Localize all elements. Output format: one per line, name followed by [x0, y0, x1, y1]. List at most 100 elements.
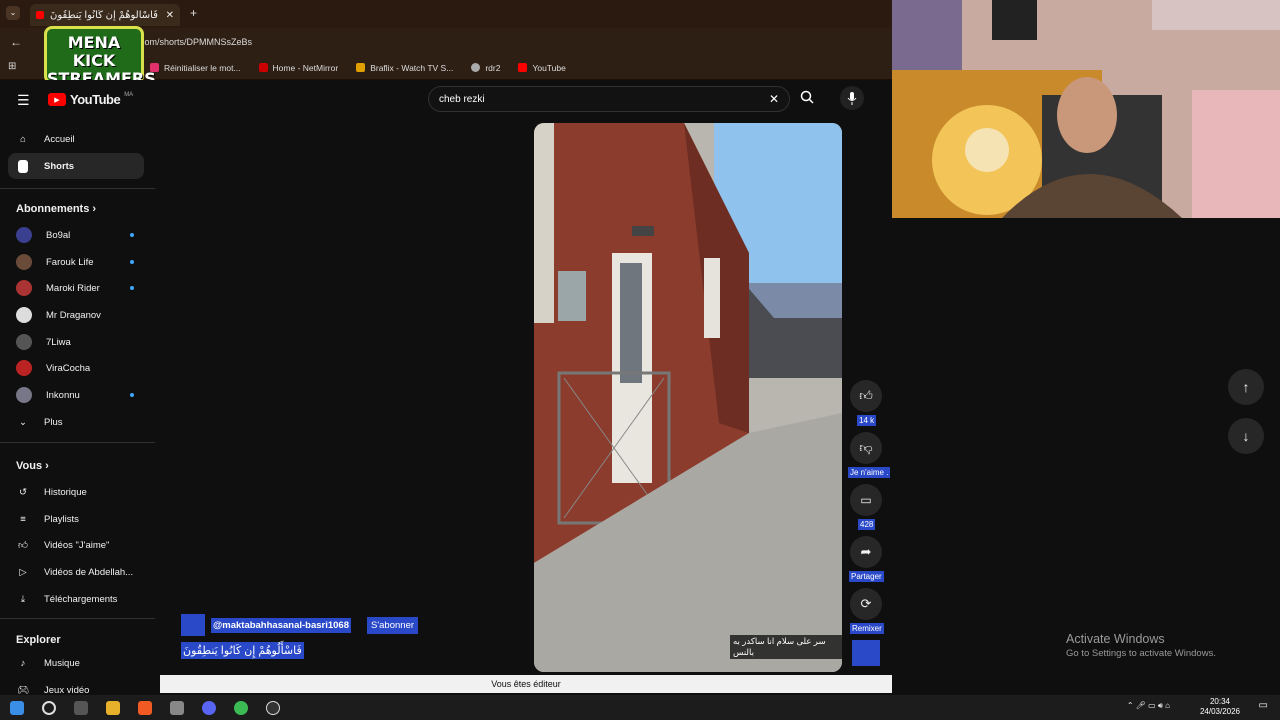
- share-label: Partager: [849, 571, 884, 582]
- system-tray-icons[interactable]: ⌃ 🎤︎ ▭ 🔊︎ ⌂: [1127, 701, 1170, 711]
- dislike-button[interactable]: 👎︎: [850, 432, 882, 464]
- menu-icon[interactable]: ☰: [17, 92, 30, 109]
- right-panel: [892, 218, 1280, 695]
- sidebar-item-subscription[interactable]: Bo9al: [8, 222, 144, 248]
- discord-icon[interactable]: [202, 700, 216, 715]
- sidebar-item-subscription[interactable]: Inkonnu: [8, 382, 144, 408]
- comment-icon: ▭: [860, 493, 872, 507]
- download-icon: ⤓: [20, 593, 26, 605]
- share-icon: ➦: [860, 544, 872, 559]
- search-icon[interactable]: [42, 700, 56, 715]
- comment-count: 428: [858, 519, 876, 530]
- search-input[interactable]: cheb rezki ✕: [428, 86, 790, 112]
- sidebar-item-music[interactable]: ♪ Musique: [8, 650, 144, 676]
- braflix-icon: [356, 63, 366, 72]
- close-tab-icon[interactable]: ✕: [166, 10, 174, 21]
- bookmark-reset-password[interactable]: Réinitialiser le mot...: [150, 63, 241, 73]
- short-video-player[interactable]: سر على سلام انا ساكدر به بالنس: [534, 123, 842, 672]
- shorts-icon: [16, 159, 30, 173]
- sidebar-item-downloads[interactable]: ⤓ Téléchargements: [8, 586, 144, 612]
- sidebar-item-subscription[interactable]: 7Liwa: [8, 329, 144, 355]
- windows-start-icon[interactable]: [10, 700, 24, 715]
- arrow-up-icon: ↑: [1242, 379, 1250, 395]
- new-tab-button[interactable]: +: [190, 6, 197, 20]
- sidebar-item-accueil[interactable]: ⌂ Accueil: [8, 126, 144, 152]
- sidebar-item-subscription[interactable]: Maroki Rider: [8, 275, 144, 301]
- tab-title: فَاسْأَلُوهُمْ إِن كَانُوا يَنطِقُونَ: [50, 9, 158, 21]
- subscriptions-heading[interactable]: Abonnements ›: [16, 203, 96, 215]
- short-title[interactable]: فَاسْأَلُوهُمْ إِن كَانُوا يَنطِقُونَ: [181, 642, 304, 659]
- bookmark-youtube[interactable]: YouTube: [518, 63, 566, 73]
- avatar: [16, 307, 32, 323]
- task-view-icon[interactable]: [74, 700, 88, 715]
- you-heading[interactable]: Vous ›: [16, 460, 49, 472]
- subscribe-button[interactable]: S'abonner: [367, 616, 419, 634]
- new-content-dot: [130, 260, 134, 264]
- avatar: [16, 254, 32, 270]
- store-icon[interactable]: [170, 700, 184, 715]
- avatar: [16, 334, 32, 350]
- editor-notice: Vous êtes éditeur: [160, 675, 892, 693]
- sidebar-item-your-videos[interactable]: ▷ Vidéos de Abdellah...: [8, 559, 144, 585]
- system-clock[interactable]: 20:34 24/03/2026: [1200, 697, 1240, 717]
- sidebar: ⌂ Accueil Shorts Abonnements › Bo9al Far…: [0, 120, 155, 696]
- windows-taskbar: ⌃ 🎤︎ ▭ 🔊︎ ⌂ 20:34 24/03/2026 ▭: [0, 695, 1280, 720]
- sound-thumbnail[interactable]: [852, 640, 880, 666]
- youtube-icon: [518, 63, 528, 72]
- youtube-play-icon: ▶: [48, 93, 66, 106]
- remix-icon: ⟳: [860, 596, 872, 611]
- url-field[interactable]: com/shorts/DPMMNSsZeBs: [140, 37, 252, 47]
- like-button[interactable]: 👍︎: [850, 380, 882, 412]
- chrome-icon[interactable]: [234, 700, 248, 715]
- youtube-favicon-icon: [36, 11, 44, 19]
- home-icon: ⌂: [20, 133, 26, 145]
- history-icon: ↺: [19, 486, 27, 498]
- browser-tab-active[interactable]: فَاسْأَلُوهُمْ إِن كَانُوا يَنطِقُونَ ✕: [30, 4, 180, 26]
- bookmark-rdr2[interactable]: rdr2: [471, 63, 500, 73]
- channel-row: @maktabahhasanal-basri1068 S'abonner: [181, 614, 419, 636]
- sidebar-item-subscription[interactable]: Mr Draganov: [8, 302, 144, 328]
- comments-button[interactable]: ▭: [850, 484, 882, 516]
- sidebar-item-liked-videos[interactable]: 👍︎ Vidéos "J'aime": [8, 532, 144, 558]
- search-icon[interactable]: [800, 90, 814, 107]
- tab-list-button[interactable]: ⌄: [6, 6, 20, 20]
- notification-icon[interactable]: ▭: [1259, 700, 1268, 711]
- remix-label: Remixer: [850, 623, 884, 634]
- channel-name[interactable]: @maktabahhasanal-basri1068: [211, 617, 351, 633]
- sidebar-item-history[interactable]: ↺ Historique: [8, 479, 144, 505]
- sidebar-item-subscription[interactable]: ViraCocha: [8, 355, 144, 381]
- file-explorer-icon[interactable]: [106, 700, 120, 715]
- new-content-dot: [130, 233, 134, 237]
- channel-avatar[interactable]: [181, 614, 205, 636]
- avatar: [16, 280, 32, 296]
- netmirror-icon: [258, 63, 268, 72]
- bookmark-braflix[interactable]: Braflix - Watch TV S...: [356, 63, 453, 73]
- clear-search-icon[interactable]: ✕: [769, 92, 779, 106]
- sidebar-item-playlists[interactable]: ≡ Playlists: [8, 506, 144, 532]
- obs-icon[interactable]: [266, 700, 280, 715]
- sidebar-item-more[interactable]: ⌄ Plus: [8, 409, 144, 435]
- browser-tab-bar: ⌄ فَاسْأَلُوهُمْ إِن كَانُوا يَنطِقُونَ …: [0, 0, 892, 28]
- apps-grid-icon[interactable]: ⊞: [8, 61, 16, 72]
- back-arrow-icon[interactable]: ←: [10, 35, 22, 49]
- sidebar-item-subscription[interactable]: Farouk Life: [8, 249, 144, 275]
- voice-search-button[interactable]: [840, 86, 864, 110]
- share-button[interactable]: ➦: [850, 536, 882, 568]
- video-frame: [534, 123, 842, 672]
- next-short-button[interactable]: ↓: [1228, 418, 1264, 454]
- avatar: [16, 360, 32, 376]
- new-content-dot: [130, 393, 134, 397]
- sidebar-item-shorts[interactable]: Shorts: [8, 153, 144, 179]
- stream-logo-badge: MENA KICK STREAMERS: [44, 26, 156, 88]
- chevron-right-icon: ›: [92, 203, 97, 215]
- video-icon: ▷: [19, 566, 27, 578]
- bookmark-netmirror[interactable]: Home - NetMirror: [258, 63, 338, 73]
- activate-windows-watermark: Activate Windows Go to Settings to activ…: [1066, 632, 1216, 659]
- previous-short-button[interactable]: ↑: [1228, 369, 1264, 405]
- thumbs-up-icon: 👍︎: [859, 388, 873, 403]
- youtube-logo[interactable]: ▶ YouTube MA: [48, 92, 133, 107]
- remix-button[interactable]: ⟳: [850, 588, 882, 620]
- brave-browser-icon[interactable]: [138, 700, 152, 715]
- arrow-down-icon: ↓: [1242, 428, 1250, 444]
- chevron-right-icon: ›: [45, 460, 49, 472]
